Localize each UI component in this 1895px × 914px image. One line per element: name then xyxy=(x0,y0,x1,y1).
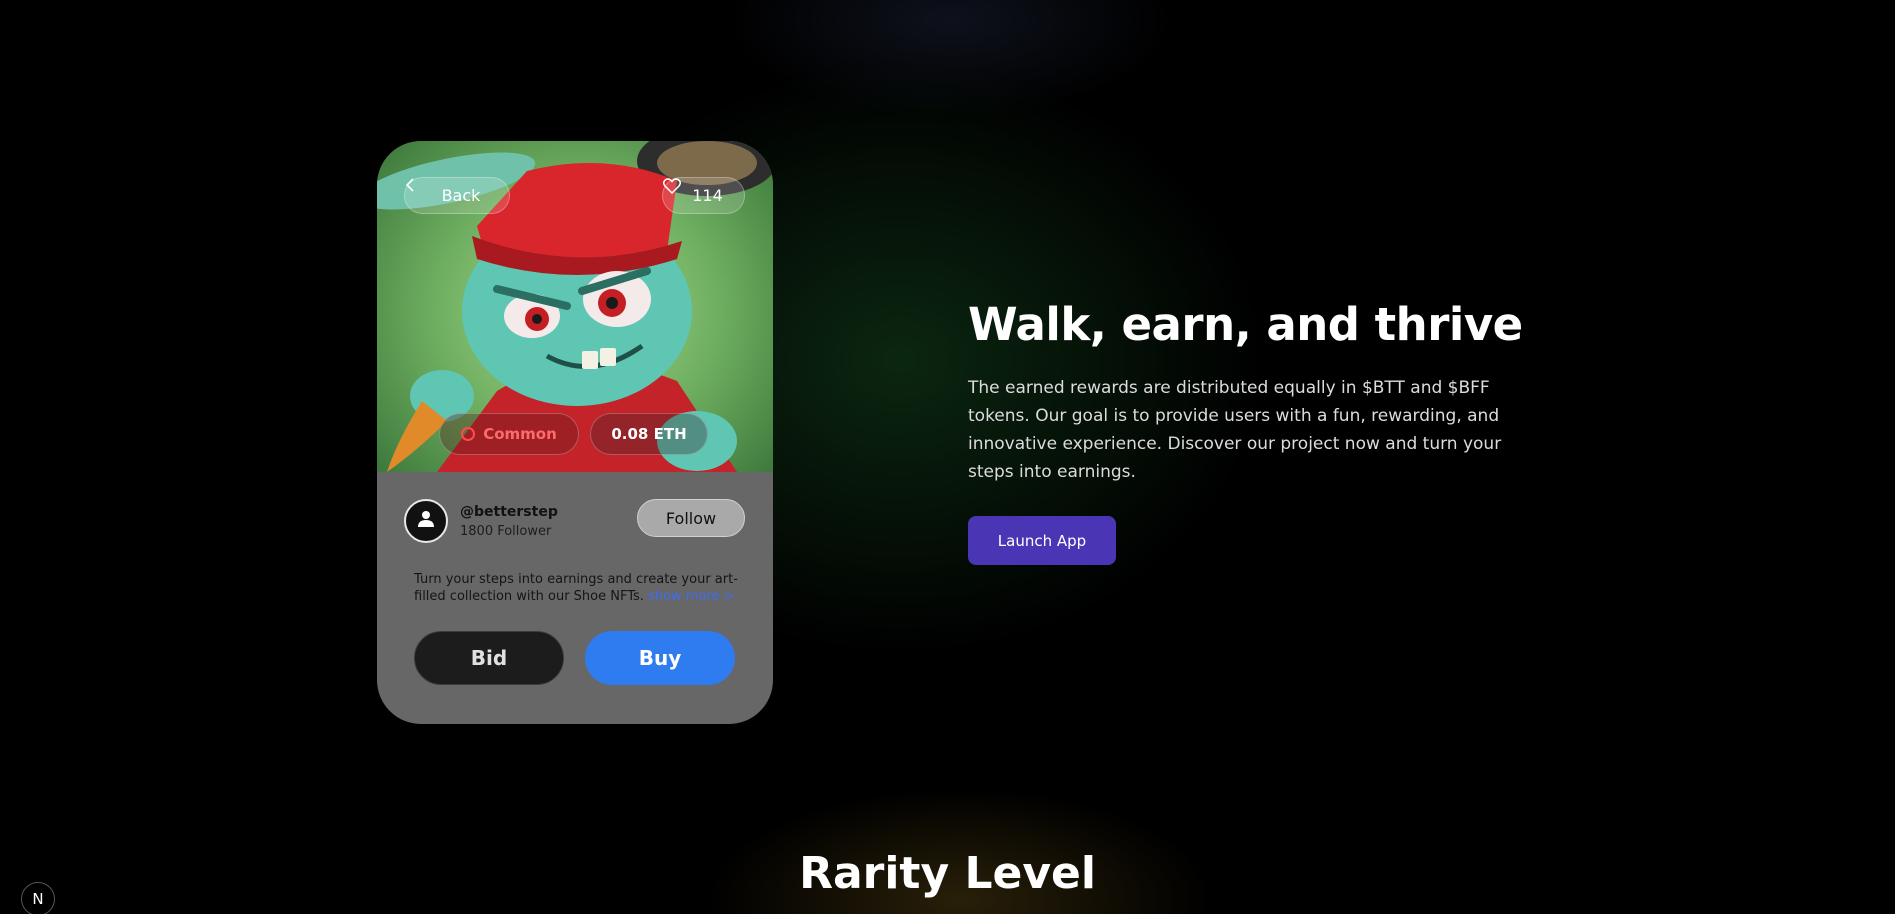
like-count: 114 xyxy=(692,186,723,205)
bid-button[interactable]: Bid xyxy=(414,631,564,685)
like-button[interactable]: 114 xyxy=(662,177,745,214)
back-button[interactable]: Back xyxy=(404,177,510,214)
rarity-level-heading: Rarity Level xyxy=(799,848,1096,899)
back-label: Back xyxy=(441,186,481,205)
follow-button[interactable]: Follow xyxy=(637,499,745,537)
page: Back 114 Common 0.08 ETH @betterstep 180… xyxy=(0,0,1895,914)
creator-info: @betterstep 1800 Follower xyxy=(404,499,558,543)
rarity-badge: Common xyxy=(439,413,579,455)
hero-description: The earned rewards are distributed equal… xyxy=(968,378,1502,482)
rarity-circle-icon xyxy=(461,427,476,441)
user-icon xyxy=(417,510,435,532)
creator-meta: @betterstep 1800 Follower xyxy=(460,504,558,539)
price-badge: 0.08 ETH xyxy=(590,413,708,455)
hero-title: Walk, earn, and thrive xyxy=(968,298,1523,351)
launch-app-button[interactable]: Launch App xyxy=(968,516,1116,565)
nft-description: Turn your steps into earnings and create… xyxy=(414,571,744,605)
n-letter: N xyxy=(32,890,44,908)
rarity-label: Common xyxy=(483,425,557,443)
avatar[interactable] xyxy=(404,499,448,543)
show-more-link[interactable]: show more > xyxy=(648,589,734,604)
n-logo-badge[interactable]: N xyxy=(21,882,55,914)
price-label: 0.08 ETH xyxy=(611,425,687,443)
follower-count: 1800 Follower xyxy=(460,523,552,539)
nft-card: Back 114 Common 0.08 ETH @betterstep 180… xyxy=(377,141,773,724)
creator-handle[interactable]: @betterstep xyxy=(460,504,558,520)
nft-artwork: Back 114 Common 0.08 ETH xyxy=(377,141,773,472)
buy-button[interactable]: Buy xyxy=(585,631,735,685)
